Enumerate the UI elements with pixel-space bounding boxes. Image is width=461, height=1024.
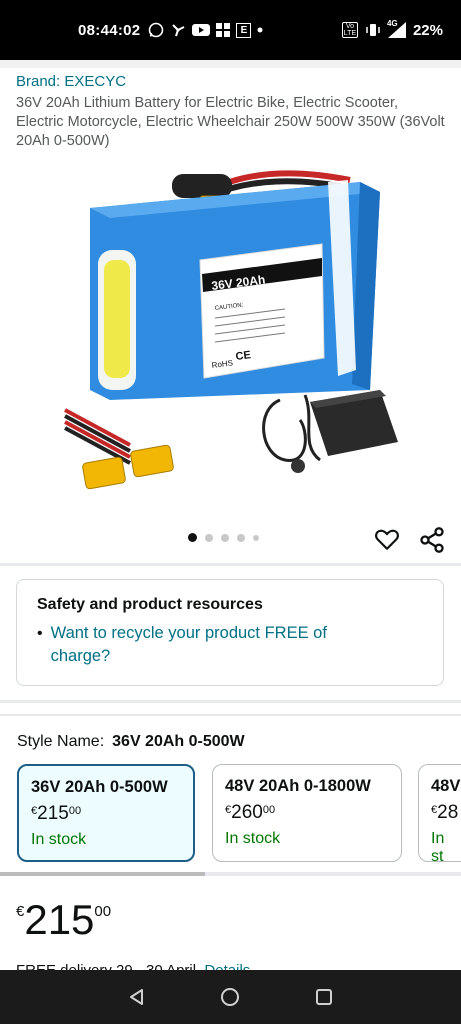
product-title: 36V 20Ah Lithium Battery for Electric Bi…	[16, 95, 445, 149]
price-fraction: 00	[94, 903, 112, 920]
carousel-dot[interactable]	[237, 533, 245, 542]
carousel-dot[interactable]	[221, 533, 229, 542]
volte-icon: Vo LTE	[341, 22, 358, 38]
carousel-dot[interactable]	[205, 533, 213, 542]
option-stock: In stock	[225, 830, 281, 847]
youtube-icon	[192, 23, 211, 37]
brand-link[interactable]: Brand: EXECYC	[16, 73, 126, 90]
recents-icon[interactable]	[304, 977, 344, 1017]
status-bar: 08:44:02 E Vo LTE 4G 22%	[0, 0, 461, 60]
notification-icons: E	[148, 22, 263, 38]
product-image[interactable]: 36V 20Ah CAUTION: RoHS CE	[60, 160, 400, 490]
safety-resources-card: Safety and product resources • Want to r…	[16, 579, 444, 686]
option-name: 48V	[431, 777, 461, 795]
option-price: €28	[431, 802, 459, 823]
safety-list: • Want to recycle your product FREE of c…	[37, 622, 423, 668]
option-stock: In stock	[31, 831, 87, 848]
option-name: 48V 20Ah 0-1800W	[225, 777, 371, 795]
app-grid-icon	[216, 23, 231, 37]
whatsapp-icon	[148, 22, 164, 38]
signal-icon: 4G	[386, 19, 406, 38]
carousel-dot[interactable]	[253, 534, 259, 541]
header-separator	[0, 60, 461, 68]
system-nav-bar	[0, 970, 461, 1024]
vibrate-icon	[365, 23, 381, 37]
bullet: •	[37, 625, 43, 642]
price-currency: €	[16, 903, 25, 920]
safety-title: Safety and product resources	[37, 596, 263, 613]
share-icon[interactable]	[418, 526, 446, 554]
section-divider	[0, 563, 461, 566]
option-name: 36V 20Ah 0-500W	[31, 778, 168, 796]
price-display: € 215 00	[16, 897, 111, 943]
style-option-36v[interactable]: 36V 20Ah 0-500W €21500 In stock	[17, 764, 195, 862]
price-whole: 215	[24, 896, 95, 943]
status-right: Vo LTE 4G 22%	[341, 19, 443, 39]
battery-percentage: 22%	[412, 21, 443, 39]
style-option-48v-partial[interactable]: 48V €28 In st	[418, 764, 461, 862]
wishlist-heart-icon[interactable]	[374, 526, 400, 552]
style-selected-value: 36V 20Ah 0-500W	[112, 733, 245, 750]
option-stock: In st	[431, 830, 445, 862]
style-label: Style Name:	[17, 733, 105, 750]
news-icon: E	[236, 22, 252, 38]
carousel-dot[interactable]	[188, 533, 197, 542]
option-price: €21500	[31, 803, 82, 824]
fan-icon	[170, 22, 186, 38]
home-icon[interactable]	[210, 977, 250, 1017]
recycle-link[interactable]: Want to recycle your product FREE of cha…	[51, 622, 371, 668]
status-time: 08:44:02	[78, 21, 141, 39]
section-divider	[0, 700, 461, 703]
carousel-indicator[interactable]	[188, 533, 259, 542]
back-icon[interactable]	[117, 977, 157, 1017]
options-scroll-thumb[interactable]	[0, 872, 205, 876]
section-divider	[0, 714, 461, 716]
style-option-48v-1800w[interactable]: 48V 20Ah 0-1800W €26000 In stock	[212, 764, 402, 862]
label-ce: CE	[235, 349, 252, 363]
more-dot-icon	[257, 27, 263, 33]
network-type-label: 4G	[386, 19, 398, 28]
option-price: €26000	[225, 802, 276, 823]
style-name-row: Style Name: 36V 20Ah 0-500W	[17, 733, 245, 751]
